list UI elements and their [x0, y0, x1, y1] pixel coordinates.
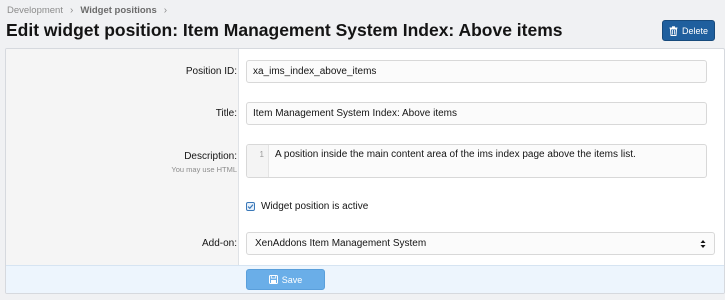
delete-button[interactable]: Delete	[662, 20, 715, 41]
title-input[interactable]: Item Management System Index: Above item…	[246, 102, 707, 125]
page-title: Edit widget position: Item Management Sy…	[6, 20, 563, 40]
description-hint: You may use HTML	[171, 165, 237, 174]
active-checkbox[interactable]	[246, 201, 255, 211]
title-label: Title:	[215, 108, 237, 119]
breadcrumb-separator: ›	[69, 4, 74, 16]
checkbox-check-icon	[247, 203, 254, 209]
active-checkbox-row[interactable]: Widget position is active	[246, 199, 368, 213]
active-checkbox-label: Widget position is active	[261, 200, 369, 212]
position-id-label: Position ID:	[185, 66, 237, 77]
position-id-input[interactable]: xa_ims_index_above_items	[246, 60, 707, 83]
breadcrumb: Development › Widget positions ›	[7, 4, 174, 16]
line-number: 1	[247, 145, 269, 177]
form-submit-row: Save	[6, 265, 724, 293]
edit-widget-position-form: Position ID: xa_ims_index_above_items Ti…	[5, 48, 725, 294]
description-label: Description:	[184, 151, 237, 162]
breadcrumb-development-link[interactable]: Development	[7, 5, 63, 16]
addon-label: Add-on:	[201, 238, 237, 249]
trash-icon	[669, 25, 678, 36]
addon-select-value: XenAddons Item Management System	[255, 238, 427, 249]
breadcrumb-widget-positions-link[interactable]: Widget positions	[80, 5, 156, 16]
description-editor[interactable]: 1 A position inside the main content are…	[246, 144, 707, 178]
select-arrows-icon	[700, 239, 706, 248]
breadcrumb-separator: ›	[163, 4, 168, 16]
save-icon	[268, 275, 278, 284]
description-text[interactable]: A position inside the main content area …	[269, 145, 642, 177]
save-button[interactable]: Save	[246, 269, 325, 290]
delete-button-label: Delete	[681, 25, 708, 36]
addon-select[interactable]: XenAddons Item Management System	[246, 232, 715, 255]
save-button-label: Save	[281, 274, 303, 285]
